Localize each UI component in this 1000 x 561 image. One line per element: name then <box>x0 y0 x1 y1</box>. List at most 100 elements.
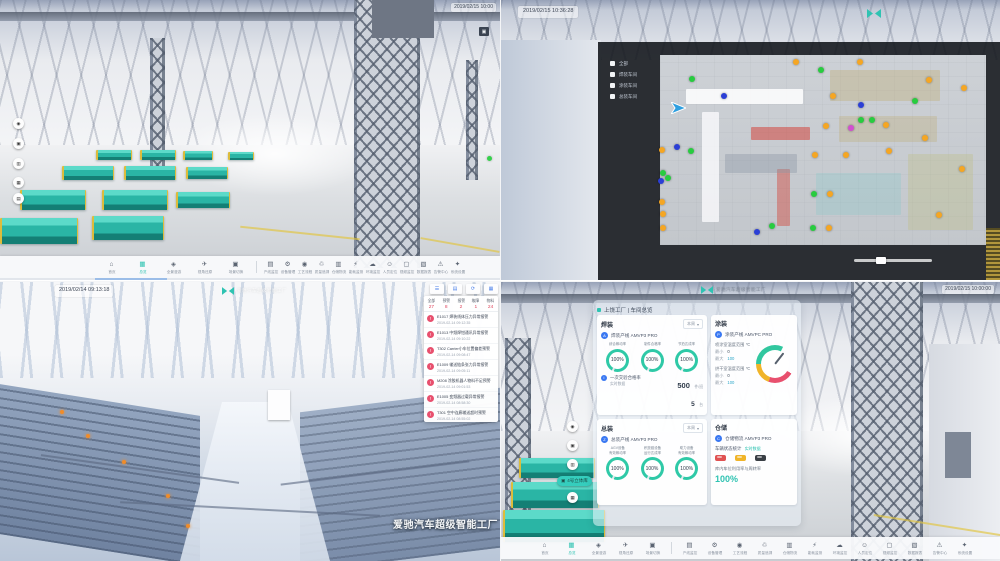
viewport-production-line[interactable]: 2019/02/14 09:13:18 爱驰汽车超级智能工厂 ☰ ▤ ⟳ ▦ 全… <box>0 281 500 561</box>
alarm-list-item[interactable]: ! E1005 变频器过载异常报警 2019-02-14 08:58:30 <box>424 392 498 408</box>
alarm-list[interactable]: ! E1017 焊装线体压力异常报警 2019-02-14 09:12:35 !… <box>424 312 498 422</box>
toolbar-item[interactable]: ✦ 系统设置 <box>952 542 977 555</box>
toolbar-item[interactable]: ◈ 全景漫游 <box>158 261 189 274</box>
toolbar-item[interactable]: ⚠ 告警中心 <box>432 261 449 274</box>
vehicle-marker-dot[interactable] <box>830 93 836 99</box>
viewport-workshop-dashboard[interactable]: 2019/02/15 10:00:00 爱驰汽车超级智能工厂 ◉ ▣ ▥ ▣ 4… <box>500 281 1000 561</box>
period-dropdown[interactable]: 本周 ▾ <box>683 423 703 433</box>
panel-tool-button[interactable]: ▦ <box>484 284 498 294</box>
vehicle-marker-dot[interactable] <box>658 178 664 184</box>
vehicle-marker-dot[interactable] <box>769 223 775 229</box>
toolbar-item[interactable]: ▤ 产线监控 <box>262 261 279 274</box>
vehicle-marker-dot[interactable] <box>660 225 666 231</box>
panel-tool-button[interactable]: ▤ <box>448 284 462 294</box>
poi-marker[interactable]: ▦ <box>567 492 578 503</box>
toolbar-item[interactable]: ☁ 环境监控 <box>827 542 852 555</box>
toolbar-item[interactable]: ⌂ 首页 <box>96 261 127 274</box>
alarm-tab[interactable]: 全部 27 <box>424 296 439 311</box>
status-marker-green[interactable] <box>487 156 492 161</box>
alarm-tab[interactable]: 故障 1 <box>468 296 483 311</box>
poi-marker[interactable]: ▣ <box>13 138 24 149</box>
toolbar-item[interactable]: ⌂ 首页 <box>531 542 558 555</box>
poi-marker[interactable]: ▥ <box>567 459 578 470</box>
toolbar-item[interactable]: ▢ 视频监控 <box>877 542 902 555</box>
vehicle-marker-dot[interactable] <box>869 117 875 123</box>
alarm-list-item[interactable]: ! T302 Carrier小车位置偏差预警 2019-02-14 09:08:… <box>424 344 498 360</box>
vehicle-marker-dot[interactable] <box>858 117 864 123</box>
poi-marker[interactable]: ◉ <box>13 118 24 129</box>
vehicle-marker-dot[interactable] <box>912 98 918 104</box>
viewport-plant-map[interactable]: 2019/02/15 10:36:28 全部 焊装车间 <box>500 0 1000 280</box>
vehicle-marker-dot[interactable] <box>688 148 694 154</box>
vehicle-marker-dot[interactable] <box>660 170 666 176</box>
vehicle-marker-dot[interactable] <box>883 122 889 128</box>
vehicle-marker-dot[interactable] <box>926 77 932 83</box>
toolbar-item[interactable]: ☺ 人员定位 <box>381 261 398 274</box>
expand-button[interactable]: ▣ <box>479 27 489 36</box>
map-zoom-slider[interactable] <box>854 259 932 262</box>
toolbar-item[interactable]: ⚡ 能耗监测 <box>802 542 827 555</box>
toolbar-item[interactable]: ✈ 视角还原 <box>189 261 220 274</box>
toolbar-item[interactable]: ⚡ 能耗监测 <box>347 261 364 274</box>
alarm-tab[interactable]: 预警 8 <box>439 296 454 311</box>
storage-pill-button[interactable]: ▣ 4号立体库 <box>557 476 592 486</box>
legend-row[interactable]: 涂装车间 <box>610 80 637 91</box>
legend-row[interactable]: 总装车间 <box>610 91 637 102</box>
vehicle-marker-dot[interactable] <box>812 152 818 158</box>
alarm-list-item[interactable]: ! M208 涂胶机器人物料不足预警 2019-02-14 09:01:53 <box>424 376 498 392</box>
vehicle-marker-dot[interactable] <box>823 123 829 129</box>
vehicle-marker-dot[interactable] <box>858 102 864 108</box>
toolbar-item[interactable]: ♲ 质量追溯 <box>313 261 330 274</box>
toolbar-item[interactable]: ▤ 产线监控 <box>677 542 702 555</box>
toolbar-scrollbar[interactable] <box>0 278 500 280</box>
vehicle-marker-dot[interactable] <box>811 191 817 197</box>
scrollbar-thumb[interactable] <box>95 278 167 280</box>
toolbar-item[interactable]: ☺ 人员定位 <box>852 542 877 555</box>
vehicle-marker-dot[interactable] <box>810 225 816 231</box>
vehicle-marker-dot[interactable] <box>827 191 833 197</box>
poi-marker[interactable]: ▤ <box>13 193 24 204</box>
poi-marker[interactable]: ▦ <box>13 177 24 188</box>
vehicle-marker-dot[interactable] <box>665 175 671 181</box>
toolbar-item[interactable]: ▥ 仓储物流 <box>330 261 347 274</box>
toolbar-item[interactable]: ♲ 质量追溯 <box>752 542 777 555</box>
toolbar-item[interactable]: ▦ 总览 <box>127 261 158 274</box>
poi-marker[interactable]: ▥ <box>13 158 24 169</box>
toolbar-item[interactable]: ☁ 环境监控 <box>364 261 381 274</box>
vehicle-marker-dot[interactable] <box>959 166 965 172</box>
vehicle-marker-dot[interactable] <box>721 93 727 99</box>
zoom-slider-handle[interactable] <box>876 257 886 264</box>
vehicle-marker-dot[interactable] <box>922 135 928 141</box>
poi-marker[interactable]: ▣ <box>567 440 578 451</box>
vehicle-marker-dot[interactable] <box>843 152 849 158</box>
toolbar-item[interactable]: ⚙ 设备管理 <box>279 261 296 274</box>
vehicle-marker-dot[interactable] <box>857 59 863 65</box>
toolbar-item[interactable]: ◈ 全景漫游 <box>585 542 612 555</box>
vehicle-marker-dot[interactable] <box>754 229 760 235</box>
alarm-tab[interactable]: 报警 2 <box>454 296 469 311</box>
legend-row[interactable]: 焊装车间 <box>610 69 637 80</box>
toolbar-item[interactable]: ⚠ 告警中心 <box>927 542 952 555</box>
alarm-list-item[interactable]: ! E1017 焊装线体压力异常报警 2019-02-14 09:12:35 <box>424 312 498 328</box>
legend-row[interactable]: 全部 <box>610 58 637 69</box>
alarm-list-item[interactable]: ! E1013 中频焊钳通讯异常报警 2019-02-14 09:10:22 <box>424 328 498 344</box>
panel-tool-button[interactable]: ☰ <box>430 284 444 294</box>
alarm-list-item[interactable]: ! E1009 输送链条张力异常报警 2019-02-14 09:05:11 <box>424 360 498 376</box>
toolbar-item[interactable]: ◉ 工艺流程 <box>727 542 752 555</box>
vehicle-marker-dot[interactable] <box>886 148 892 154</box>
vehicle-marker-dot[interactable] <box>818 67 824 73</box>
vehicle-marker-dot[interactable] <box>659 199 665 205</box>
period-dropdown[interactable]: 本周 ▾ <box>683 319 703 329</box>
vehicle-marker-dot[interactable] <box>826 225 832 231</box>
toolbar-item[interactable]: ▣ 场景切换 <box>220 261 251 274</box>
toolbar-item[interactable]: ▦ 总览 <box>558 542 585 555</box>
viewport-overview-3d[interactable]: ◉ ▣ ▥ ▦ ▤ 2019/02/15 10:00 ▣ ⌂ 首页 ▦ 总览 <box>0 0 500 280</box>
vehicle-marker-dot[interactable] <box>674 144 680 150</box>
vehicle-marker-dot[interactable] <box>936 212 942 218</box>
vehicle-marker-dot[interactable] <box>689 76 695 82</box>
alarm-list-item[interactable]: ! T301 空中连廊输送超时预警 2019-02-14 08:55:02 <box>424 408 498 422</box>
vehicle-marker-dot[interactable] <box>793 59 799 65</box>
toolbar-item[interactable]: ✦ 系统设置 <box>449 261 466 274</box>
toolbar-item[interactable]: ⚙ 设备管理 <box>702 542 727 555</box>
toolbar-item[interactable]: ▧ 数据报表 <box>902 542 927 555</box>
